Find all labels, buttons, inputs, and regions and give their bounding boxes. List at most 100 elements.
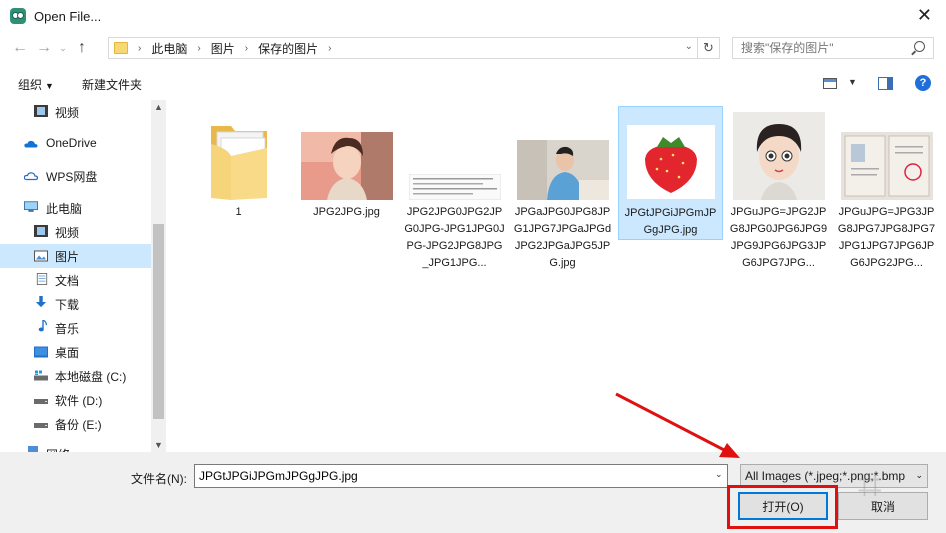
sidebar-item-label: 备份 (E:) <box>55 418 102 432</box>
folder-icon <box>210 126 267 200</box>
sidebar-item-label: 桌面 <box>55 346 80 360</box>
file-item-image[interactable]: JPG2JPG.jpg <box>294 108 399 246</box>
strawberry-thumbnail <box>626 125 715 199</box>
sidebar-item-pictures[interactable]: 图片 <box>0 244 151 268</box>
file-item-image[interactable]: JPGuJPG=JPG2JPG8JPG0JPG6JPG9JPG9JPG6JPG3… <box>726 108 831 269</box>
watermark-logo: ⌗ <box>858 460 882 509</box>
close-icon[interactable]: ✕ <box>917 6 932 24</box>
sidebar-item-label: 下载 <box>55 298 80 312</box>
file-name: JPGuJPG=JPG2JPG8JPG0JPG6JPG9JPG9JPG6JPG3… <box>729 206 828 269</box>
breadcrumb-saved-pictures[interactable]: 保存的图片 <box>258 40 318 57</box>
download-icon <box>35 296 47 308</box>
scrollbar-thumb[interactable] <box>153 224 164 419</box>
search-icon[interactable] <box>914 41 925 52</box>
address-row: ← → ⌄ ↑ › 此电脑 › 图片 › 保存的图片 › ⌄ ↻ <box>0 32 946 64</box>
help-icon[interactable]: ? <box>915 75 931 91</box>
sidebar-item-videos[interactable]: 视频 <box>0 220 151 244</box>
sidebar-item-label: 视频 <box>55 226 80 240</box>
sidebar-item-network[interactable]: 网络 <box>0 442 151 452</box>
chevron-right-icon[interactable]: › <box>328 43 331 54</box>
sidebar-item-this-pc[interactable]: 此电脑 <box>0 196 151 220</box>
drive-icon <box>34 399 48 404</box>
preview-pane-icon[interactable] <box>878 77 893 90</box>
refresh-icon[interactable]: ↻ <box>697 38 719 58</box>
organize-label: 组织 <box>18 77 43 92</box>
file-item-image[interactable]: JPG2JPG0JPG2JPG0JPG-JPG1JPG0JPG-JPG2JPG8… <box>402 108 507 269</box>
video-icon <box>34 105 48 117</box>
breadcrumb-this-pc[interactable]: 此电脑 <box>151 40 187 57</box>
navigation-pane: 视频 OneDrive WPS网盘 此电脑 视频 图片 文档 下载 音乐 桌面 … <box>0 100 166 452</box>
photo-thumbnail <box>516 140 609 200</box>
sidebar-item-label: 此电脑 <box>46 202 83 216</box>
sidebar-item-drive-c[interactable]: 本地磁盘 (C:) <box>0 364 151 388</box>
portrait-thumbnail <box>732 112 825 200</box>
sidebar-item-label: 文档 <box>55 274 80 288</box>
caret-down-icon: ▼ <box>45 80 54 91</box>
up-arrow-icon[interactable]: ↑ <box>70 36 94 60</box>
sidebar-item-drive-e[interactable]: 备份 (E:) <box>0 412 151 436</box>
chevron-right-icon[interactable]: › <box>138 43 141 54</box>
cloud-icon <box>24 140 38 148</box>
sidebar-item-label: WPS网盘 <box>46 170 98 184</box>
pictures-icon <box>34 250 48 262</box>
certificate-thumbnail <box>840 132 933 200</box>
computer-icon <box>24 201 38 212</box>
recent-dropdown-icon[interactable]: ⌄ <box>56 36 70 60</box>
address-bar[interactable]: › 此电脑 › 图片 › 保存的图片 › ⌄ ↻ <box>108 37 720 59</box>
sidebar-item-label: 视频 <box>55 106 80 120</box>
search-input[interactable] <box>741 41 911 55</box>
view-mode-icon[interactable] <box>823 78 837 89</box>
sidebar-scrollbar[interactable]: ▲ ▼ <box>151 100 166 452</box>
command-toolbar: 组织 ▼ 新建文件夹 ▼ ? <box>0 68 946 100</box>
back-arrow-icon[interactable]: ← <box>8 36 32 60</box>
organize-button[interactable]: 组织 ▼ <box>18 76 54 93</box>
file-name: JPG2JPG0JPG2JPG0JPG-JPG1JPG0JPG-JPG2JPG8… <box>404 206 505 269</box>
sidebar-item-onedrive[interactable]: OneDrive <box>0 132 151 156</box>
open-button-highlight <box>727 485 838 529</box>
folder-icon <box>114 42 128 54</box>
file-name: 1 <box>235 206 242 218</box>
document-thumbnail <box>408 174 501 200</box>
sidebar-item-documents[interactable]: 文档 <box>0 268 151 292</box>
sidebar-item-label: 音乐 <box>55 322 80 336</box>
desktop-icon <box>34 346 48 358</box>
filename-input[interactable] <box>194 464 728 488</box>
chevron-up-icon[interactable]: ▲ <box>154 102 163 112</box>
sidebar-item-desktop[interactable]: 桌面 <box>0 340 151 364</box>
file-item-folder[interactable]: 1 <box>186 108 291 246</box>
video-icon <box>34 225 48 237</box>
sidebar-item-videos-quick[interactable]: 视频 <box>0 100 151 124</box>
view-dropdown-icon[interactable]: ▼ <box>848 77 857 87</box>
breadcrumb-pictures[interactable]: 图片 <box>211 40 235 57</box>
music-icon <box>38 320 48 332</box>
address-dropdown-icon[interactable]: ⌄ <box>685 41 693 52</box>
owl-app-icon <box>10 8 26 24</box>
filename-label: 文件名(N): <box>131 472 187 486</box>
chevron-down-icon[interactable]: ⌄ <box>715 469 723 480</box>
file-item-image[interactable]: JPGaJPG0JPG8JPG1JPG7JPGaJPGdJPG2JPGaJPG5… <box>510 108 615 269</box>
title-bar: Open File... ✕ <box>0 0 946 32</box>
drive-icon <box>34 370 48 381</box>
file-name: JPGaJPG0JPG8JPG1JPG7JPGaJPGdJPG2JPGaJPG5… <box>513 206 612 269</box>
sidebar-item-label: 本地磁盘 (C:) <box>55 370 127 384</box>
file-item-image-selected[interactable]: JPGtJPGiJPGmJPGgJPG.jpg <box>618 106 723 240</box>
file-item-image[interactable]: JPGuJPG=JPG3JPG8JPG7JPG8JPG7JPG1JPG7JPG6… <box>834 108 939 269</box>
anime-thumbnail <box>300 132 393 200</box>
sidebar-item-wps[interactable]: WPS网盘 <box>0 164 151 188</box>
forward-arrow-icon[interactable]: → <box>32 36 56 60</box>
sidebar-item-music[interactable]: 音乐 <box>0 316 151 340</box>
window-title: Open File... <box>34 8 102 24</box>
sidebar-item-downloads[interactable]: 下载 <box>0 292 151 316</box>
documents-icon <box>36 273 48 285</box>
sidebar-item-drive-d[interactable]: 软件 (D:) <box>0 388 151 412</box>
sidebar-item-label: 图片 <box>55 250 80 264</box>
chevron-down-icon[interactable]: ▼ <box>154 440 163 450</box>
file-name: JPGtJPGiJPGmJPGgJPG.jpg <box>624 207 717 236</box>
search-box[interactable] <box>732 37 934 59</box>
wps-cloud-icon <box>24 172 38 181</box>
drive-icon <box>34 423 48 428</box>
file-list: 1 JPG2JPG.jpg JPG2JPG0JPG2JPG0JPG-JPG1JP… <box>166 100 946 452</box>
chevron-right-icon[interactable]: › <box>245 43 248 54</box>
new-folder-button[interactable]: 新建文件夹 <box>82 76 142 93</box>
chevron-right-icon[interactable]: › <box>197 43 200 54</box>
